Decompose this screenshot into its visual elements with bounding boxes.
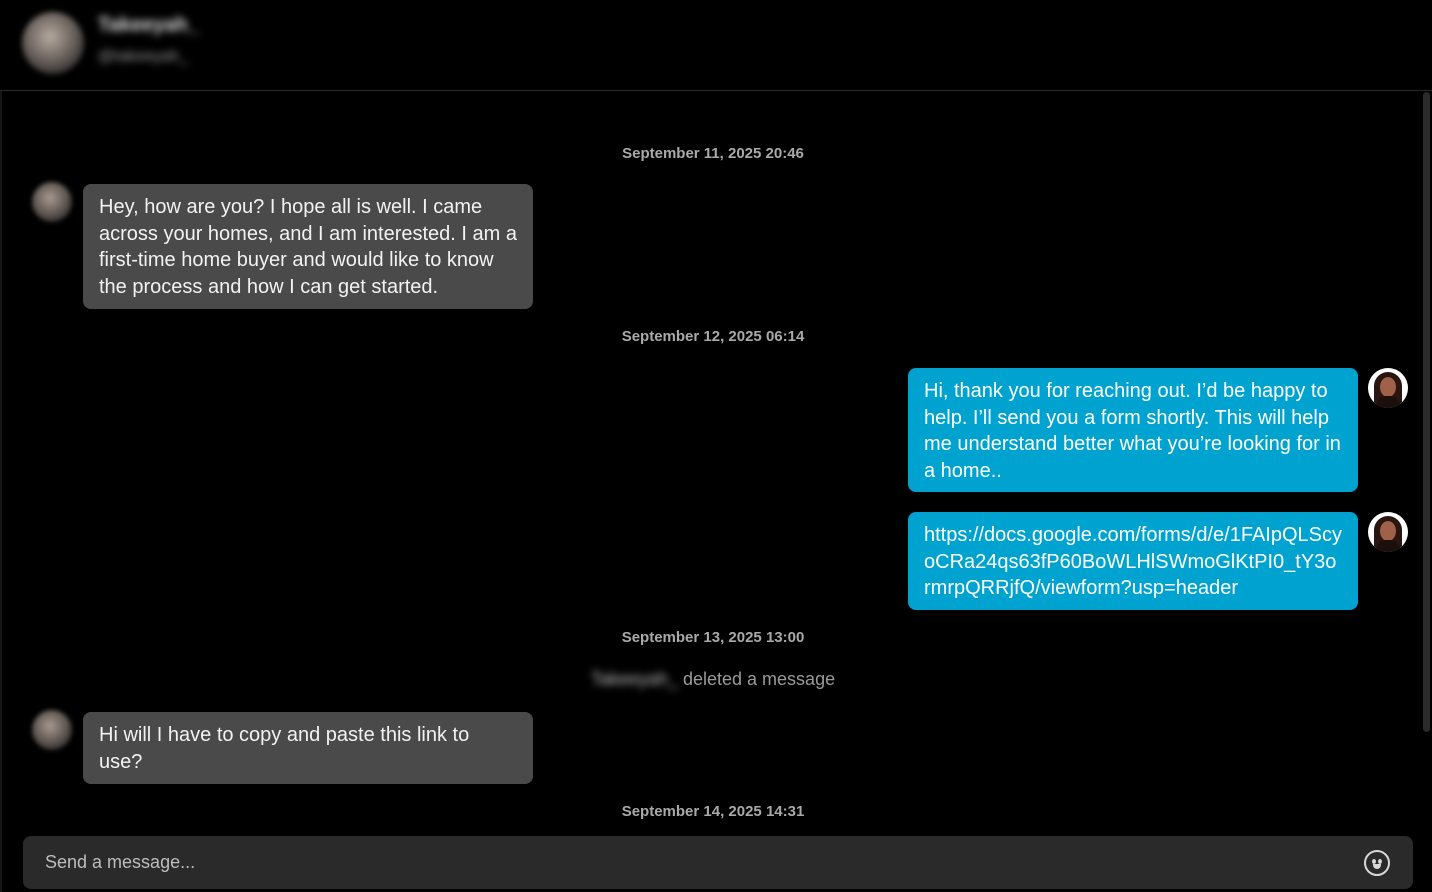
self-avatar — [1368, 512, 1408, 552]
contact-handle: @takeeyah_ — [98, 48, 189, 65]
sender-avatar — [32, 182, 72, 222]
deleted-by-name: Takeeyah_ — [590, 669, 678, 689]
outgoing-message: Hi, thank you for reaching out. I’d be h… — [908, 368, 1358, 492]
deleted-message-text: deleted a message — [682, 669, 836, 689]
incoming-message: Hi will I have to copy and paste this li… — [83, 712, 533, 784]
contact-name[interactable]: Takeeyah_ — [98, 14, 199, 37]
deleted-message-notice: Takeeyah_ deleted a message — [0, 669, 1426, 690]
timestamp: September 12, 2025 06:14 — [621, 328, 805, 345]
chat-header: Takeeyah_ @takeeyah_ — [0, 0, 1432, 91]
timestamp: September 14, 2025 14:31 — [621, 803, 805, 820]
self-avatar — [1368, 368, 1408, 408]
message-input[interactable] — [23, 836, 1353, 889]
incoming-message: Hey, how are you? I hope all is well. I … — [83, 184, 533, 309]
timestamp: September 11, 2025 20:46 — [622, 145, 804, 162]
sender-avatar — [32, 710, 72, 750]
contact-avatar[interactable] — [22, 12, 84, 74]
timestamp: September 13, 2025 13:00 — [621, 629, 805, 646]
message-composer — [23, 836, 1413, 889]
emoji-icon[interactable] — [1364, 850, 1390, 876]
outgoing-link-message[interactable]: https://docs.google.com/forms/d/e/1FAIpQ… — [908, 512, 1358, 610]
panel-divider — [0, 91, 2, 892]
